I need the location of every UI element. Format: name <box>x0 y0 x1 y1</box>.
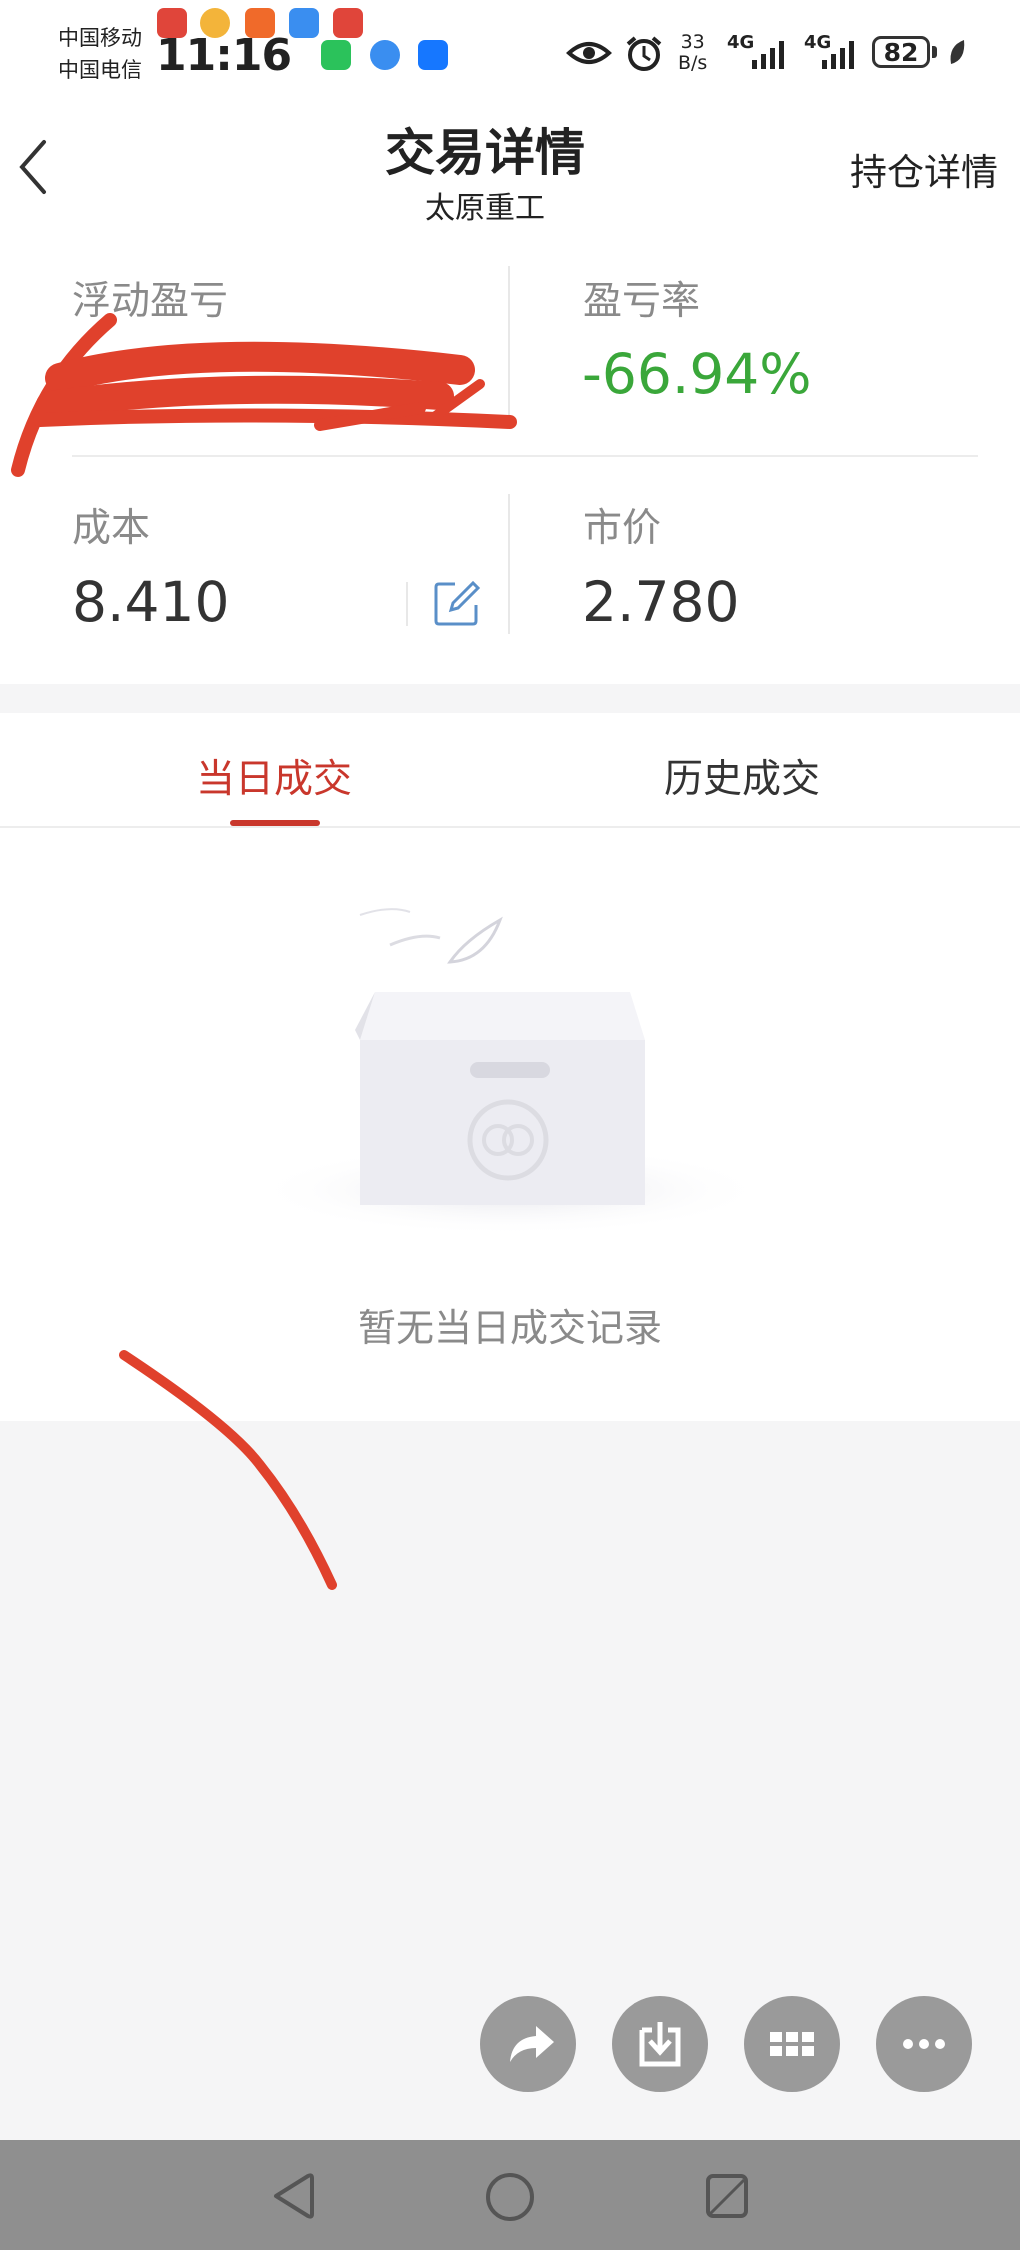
battery-tip <box>932 46 937 58</box>
redaction-scribble <box>11 313 517 477</box>
page-title: 交易详情 <box>385 124 585 182</box>
app-icon-1 <box>157 8 187 38</box>
weibo-icon <box>200 8 230 38</box>
nav-home-icon[interactable] <box>483 2170 537 2224</box>
leaf-icon <box>950 40 965 64</box>
cost-label: 成本 <box>72 506 151 551</box>
share-icon <box>510 2026 554 2062</box>
tab-today-trades[interactable]: 当日成交 <box>196 748 352 804</box>
carrier-1: 中国移动 <box>58 26 142 50</box>
app-icon-3 <box>245 8 275 38</box>
empty-message: 暂无当日成交记录 <box>357 1306 662 1350</box>
more-icon <box>903 2039 945 2049</box>
alipay-icon <box>418 40 448 70</box>
download-button[interactable] <box>612 1996 708 2092</box>
signal-icon-1 <box>752 41 784 69</box>
signal-icon-2 <box>822 41 854 69</box>
system-nav-bar <box>0 2140 1020 2250</box>
download-icon <box>639 2022 681 2067</box>
edit-icon[interactable] <box>433 580 481 628</box>
scribble-mark <box>119 1350 337 1590</box>
network-speed: 33 B/s <box>678 31 708 74</box>
empty-box-icon <box>250 908 770 1236</box>
carrier-2: 中国电信 <box>58 58 142 82</box>
nav-back-icon[interactable] <box>268 2170 318 2222</box>
message-icon <box>370 40 400 70</box>
divider-edit <box>406 582 408 626</box>
price-label: 市价 <box>583 506 662 551</box>
holding-detail-link[interactable]: 持仓详情 <box>850 142 998 196</box>
nav-recents-icon[interactable] <box>702 2170 752 2222</box>
pnl-rate-value: -66.94% <box>582 342 812 406</box>
grid-icon <box>770 2032 814 2056</box>
stock-name: 太原重工 <box>425 191 545 226</box>
grid-button[interactable] <box>744 1996 840 2092</box>
chat-icon <box>289 8 319 38</box>
book-icon <box>333 8 363 38</box>
tab-history-trades[interactable]: 历史成交 <box>664 748 820 804</box>
eye-icon <box>566 42 612 64</box>
battery-icon: 82 <box>872 36 930 68</box>
status-bar: 中国移动 中国电信 11:16 33 B/s 4G 4G 82 <box>0 0 1020 100</box>
tab-bar <box>0 713 1020 827</box>
divider-vertical-bottom <box>508 494 510 634</box>
pnl-rate-label: 盈亏率 <box>583 279 701 324</box>
price-value: 2.780 <box>582 570 740 634</box>
share-button[interactable] <box>480 1996 576 2092</box>
cost-value: 8.410 <box>72 570 230 634</box>
alarm-icon <box>626 36 662 71</box>
wechat-icon <box>321 40 351 70</box>
more-button[interactable] <box>876 1996 972 2092</box>
